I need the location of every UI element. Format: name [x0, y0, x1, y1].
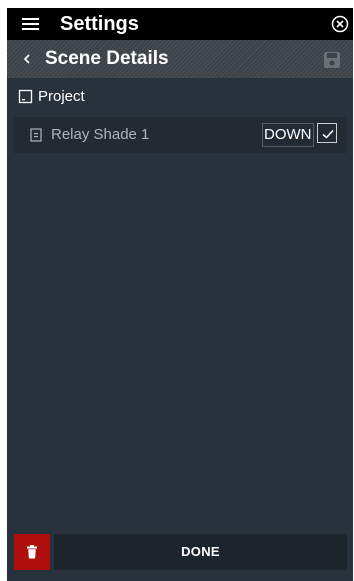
close-icon[interactable] — [330, 14, 350, 34]
project-label: Project — [38, 88, 85, 105]
page-title: Settings — [60, 13, 139, 35]
project-row[interactable]: Project — [7, 86, 353, 110]
trash-icon — [27, 545, 37, 559]
device-label: Relay Shade 1 — [51, 126, 150, 143]
shade-icon — [30, 128, 43, 142]
footer-bar: DONE — [7, 534, 353, 581]
sub-header: Scene Details — [7, 40, 353, 78]
device-row-relay-shade-1[interactable]: Relay Shade 1 DOWN — [13, 117, 347, 153]
device-include-checkbox[interactable] — [317, 123, 337, 143]
top-bar: Settings — [7, 8, 353, 40]
project-icon — [18, 89, 33, 104]
hamburger-menu-icon[interactable] — [21, 15, 41, 33]
sub-header-title: Scene Details — [45, 48, 169, 69]
app-window: Settings Scene Details Project Relay Sha… — [7, 8, 353, 581]
done-button[interactable]: DONE — [54, 534, 347, 570]
save-icon[interactable] — [323, 51, 341, 69]
device-state-badge[interactable]: DOWN — [262, 123, 314, 147]
checkmark-icon — [322, 129, 334, 139]
back-chevron-icon[interactable] — [21, 52, 33, 66]
delete-scene-button[interactable] — [14, 534, 50, 570]
